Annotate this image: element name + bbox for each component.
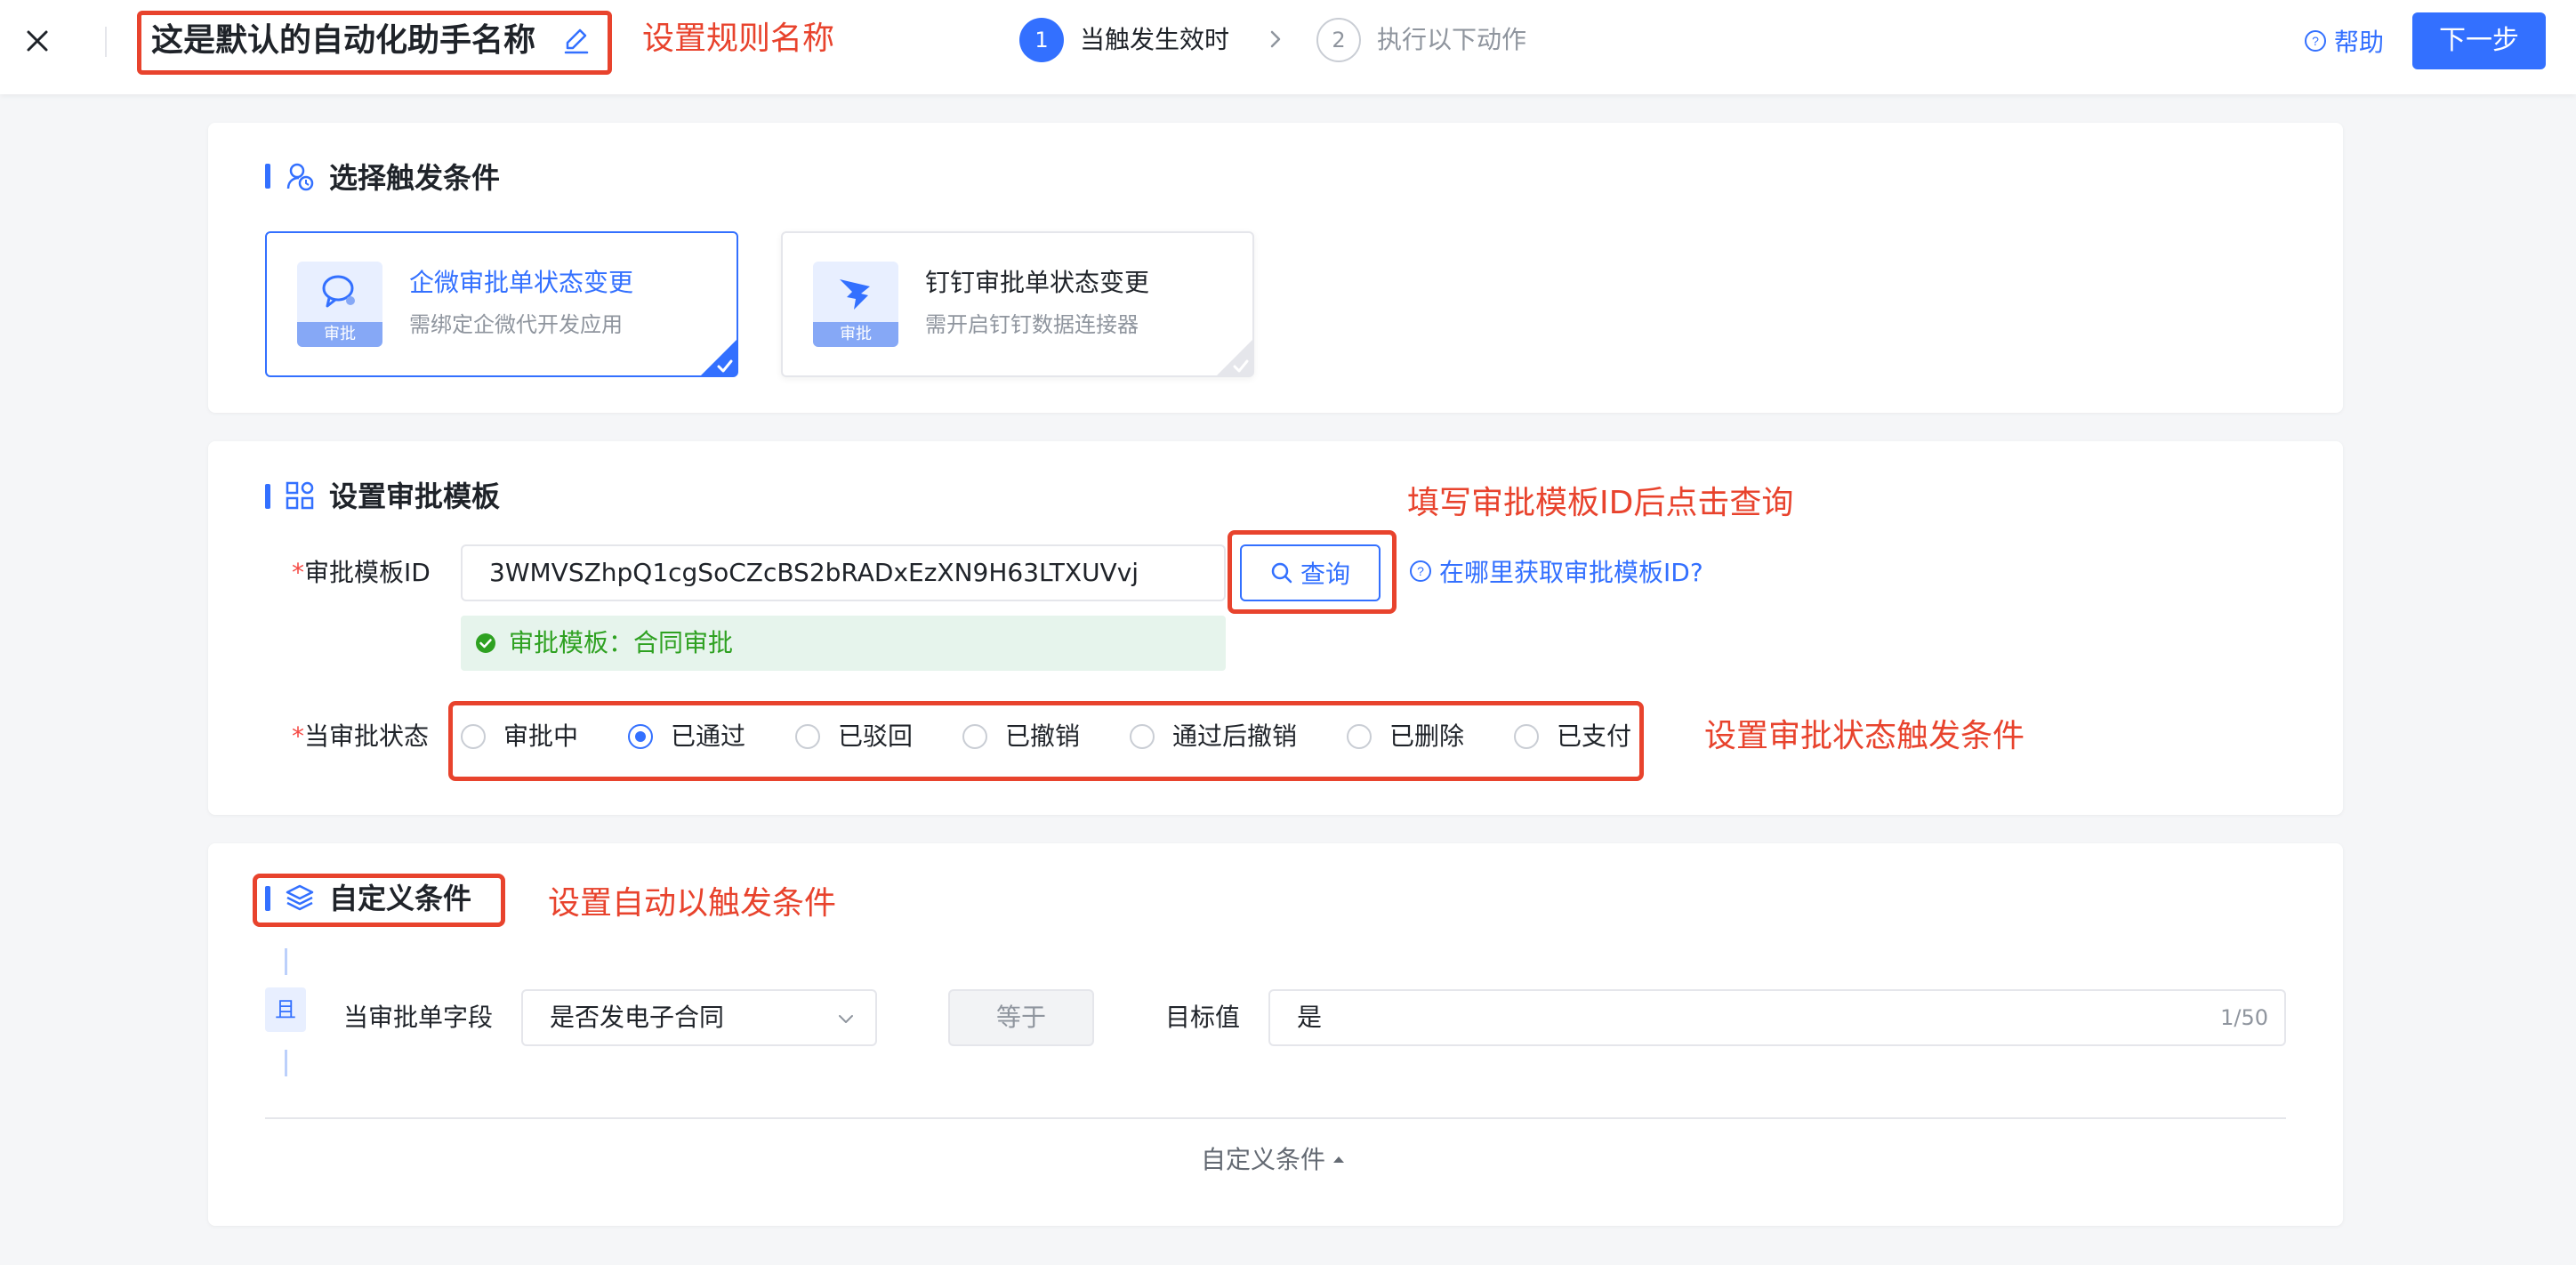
- char-counter: 1/50: [2220, 1005, 2268, 1030]
- wecom-approval-icon: 审批: [297, 262, 382, 347]
- trigger-section-title: 选择触发条件: [329, 161, 501, 195]
- field-label: 当审批单字段: [343, 1003, 494, 1032]
- radio-circle: [962, 724, 987, 749]
- radio-circle: [1514, 724, 1539, 749]
- selected-check-icon: [701, 340, 737, 375]
- trigger-card-title: 钉钉审批单状态变更: [925, 268, 1150, 297]
- dingtalk-approval-icon: 审批: [813, 262, 898, 347]
- radio-circle: [461, 724, 486, 749]
- svg-text:?: ?: [2312, 34, 2319, 48]
- trigger-section-card: 选择触发条件 审批 企微审批单状态变更 需绑定企微代开发应用 审批 钉钉审批单状…: [208, 123, 2343, 413]
- header-divider: [105, 27, 107, 57]
- template-section-title: 设置审批模板: [329, 479, 501, 513]
- where-link-label: 在哪里获取审批模板ID?: [1439, 558, 1703, 587]
- radio-circle: [1130, 724, 1155, 749]
- annotation-query: 填写审批模板ID后点击查询: [1407, 485, 1794, 521]
- rule-name-title[interactable]: 这是默认的自动化助手名称: [151, 20, 535, 62]
- target-value-input[interactable]: 是 1/50: [1268, 989, 2286, 1046]
- help-label: 帮助: [2334, 28, 2385, 57]
- caret-up-icon: [1333, 1156, 1345, 1163]
- field-select-value: 是否发电子合同: [550, 1003, 725, 1032]
- step-1-number: 1: [1019, 18, 1064, 62]
- top-header: 这是默认的自动化助手名称 设置规则名称 1 当触发生效时 2 执行以下动作 ? …: [0, 0, 2576, 94]
- section-marker: [265, 886, 270, 911]
- radio-revoked-after-approval[interactable]: 通过后撤销: [1130, 719, 1297, 754]
- close-icon[interactable]: [20, 23, 55, 59]
- edit-icon[interactable]: [560, 25, 592, 57]
- step-1-label: 当触发生效时: [1080, 25, 1230, 54]
- custom-section-title: 自定义条件: [329, 882, 472, 915]
- annotation-status: 设置审批状态触发条件: [1704, 718, 2025, 754]
- connector-line: [285, 1050, 287, 1076]
- search-icon: [1271, 562, 1292, 584]
- trigger-icon: [286, 163, 314, 191]
- template-id-input[interactable]: 3WMVSZhpQ1cgSoCZcBS2bRADxEzXN9H63LTXUVvj: [461, 544, 1226, 601]
- annotation-custom: 设置自动以触发条件: [548, 885, 837, 922]
- trigger-card-subtitle: 需绑定企微代开发应用: [409, 312, 623, 337]
- radio-circle-checked: [628, 724, 653, 749]
- target-value: 是: [1297, 1003, 1323, 1032]
- collapse-label: 自定义条件: [1201, 1145, 1326, 1174]
- radio-circle: [795, 724, 820, 749]
- template-id-label: *审批模板ID: [292, 558, 431, 587]
- chevron-right-icon: [1270, 30, 1281, 48]
- unselected-corner-icon: [1217, 340, 1252, 375]
- radio-circle: [1347, 724, 1372, 749]
- divider: [265, 1117, 2286, 1119]
- annotation-rule-name: 设置规则名称: [642, 20, 835, 57]
- section-marker: [265, 484, 270, 509]
- check-circle-icon: [476, 633, 495, 653]
- and-tag: 且: [265, 987, 306, 1032]
- help-icon: ?: [2305, 30, 2326, 52]
- target-label: 目标值: [1165, 1003, 1241, 1032]
- help-icon: ?: [1410, 560, 1431, 582]
- field-select[interactable]: 是否发电子合同: [521, 989, 877, 1046]
- template-result-text: 审批模板：合同审批: [509, 628, 734, 657]
- operator-select[interactable]: 等于: [948, 989, 1094, 1046]
- query-label: 查询: [1300, 560, 1350, 589]
- where-to-get-id-link[interactable]: ? 在哪里获取审批模板ID?: [1409, 553, 1703, 589]
- layers-icon: [286, 884, 314, 911]
- collapse-custom-toggle[interactable]: 自定义条件: [1201, 1142, 1347, 1178]
- step-2-label: 执行以下动作: [1377, 25, 1527, 54]
- radio-rejected[interactable]: 已驳回: [795, 719, 913, 754]
- next-step-button[interactable]: 下一步: [2412, 12, 2546, 69]
- radio-revoked[interactable]: 已撤销: [962, 719, 1080, 754]
- radio-deleted[interactable]: 已删除: [1347, 719, 1464, 754]
- trigger-card-dingtalk[interactable]: 审批 钉钉审批单状态变更 需开启钉钉数据连接器: [781, 231, 1254, 377]
- section-marker: [265, 164, 270, 189]
- radio-approved[interactable]: 已通过: [628, 719, 745, 754]
- approval-badge: 审批: [813, 322, 898, 347]
- svg-text:?: ?: [1417, 564, 1424, 578]
- status-label: *当审批状态: [292, 721, 430, 751]
- trigger-card-subtitle: 需开启钉钉数据连接器: [925, 312, 1139, 337]
- radio-reviewing[interactable]: 审批中: [461, 719, 578, 754]
- trigger-card-title: 企微审批单状态变更: [409, 268, 634, 297]
- chevron-down-icon: [839, 1015, 853, 1023]
- template-result-bar: 审批模板：合同审批: [461, 616, 1226, 671]
- approval-badge: 审批: [297, 322, 382, 347]
- trigger-card-wecom[interactable]: 审批 企微审批单状态变更 需绑定企微代开发应用: [265, 231, 738, 377]
- query-button[interactable]: 查询: [1240, 544, 1381, 601]
- help-link[interactable]: ? 帮助: [2304, 23, 2384, 59]
- connector-line: [285, 948, 287, 975]
- radio-paid[interactable]: 已支付: [1514, 719, 1631, 754]
- template-icon: [286, 481, 314, 510]
- step-2-number: 2: [1316, 18, 1361, 62]
